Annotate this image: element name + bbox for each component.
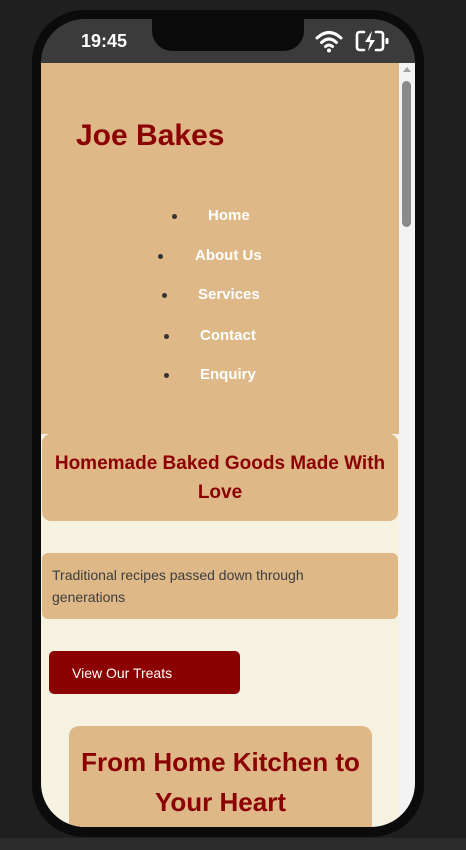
- phone-notch: [152, 19, 304, 51]
- tagline-text: Traditional recipes passed down through …: [52, 567, 304, 605]
- promo-heading: From Home Kitchen to Your Heart: [81, 747, 360, 817]
- scroll-up-arrow-icon[interactable]: [403, 67, 411, 72]
- nav-bullet: [162, 293, 167, 298]
- promo-section: From Home Kitchen to Your Heart: [69, 726, 372, 827]
- tagline-section: Traditional recipes passed down through …: [42, 553, 398, 619]
- nav-bullet: [172, 214, 177, 219]
- hero-section: Homemade Baked Goods Made With Love: [42, 434, 398, 521]
- nav-bullet: [164, 373, 169, 378]
- hero-heading: Homemade Baked Goods Made With Love: [54, 453, 386, 503]
- nav-link-about-us[interactable]: About Us: [195, 246, 262, 266]
- page-bottom-bar: [0, 838, 466, 850]
- stage: 19:45 Joe Bakes Home About Us Services C…: [0, 0, 466, 850]
- nav-link-contact[interactable]: Contact: [200, 326, 256, 346]
- status-time: 19:45: [81, 31, 128, 51]
- wifi-icon: [315, 31, 343, 53]
- page-viewport: Joe Bakes Home About Us Services Contact…: [41, 63, 399, 827]
- nav-link-services[interactable]: Services: [198, 285, 260, 305]
- status-bar: 19:45: [41, 19, 415, 63]
- vertical-scrollbar[interactable]: [399, 63, 415, 827]
- view-treats-button[interactable]: View Our Treats: [49, 651, 240, 694]
- site-header: Joe Bakes Home About Us Services Contact…: [41, 63, 399, 434]
- nav-bullet: [164, 334, 169, 339]
- scrollbar-thumb[interactable]: [402, 81, 411, 227]
- nav-link-home[interactable]: Home: [208, 206, 250, 226]
- site-title: Joe Bakes: [76, 119, 225, 152]
- phone-screen: 19:45 Joe Bakes Home About Us Services C…: [41, 19, 415, 827]
- nav-link-enquiry[interactable]: Enquiry: [200, 365, 256, 385]
- nav-bullet: [158, 254, 163, 259]
- battery-charging-icon: [355, 30, 389, 52]
